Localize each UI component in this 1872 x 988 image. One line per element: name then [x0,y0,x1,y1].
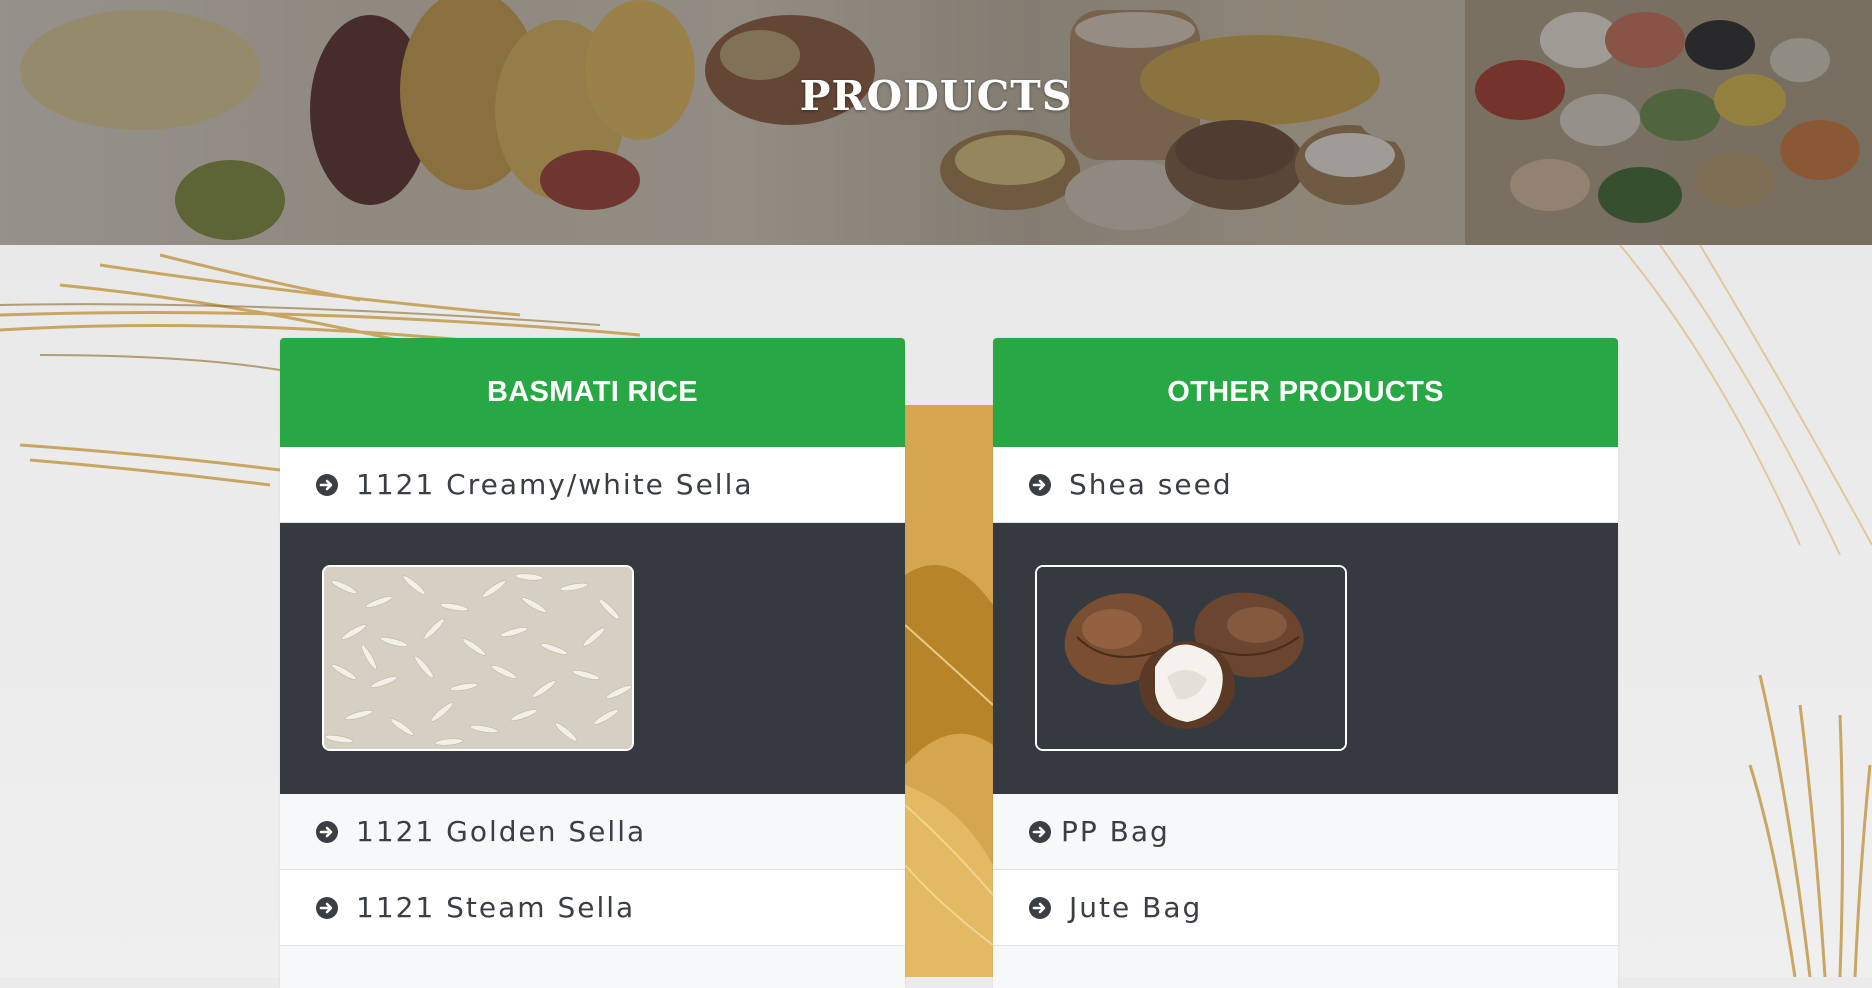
product-item[interactable]: 1121 Creamy/white Sella [280,447,905,523]
product-item-label: 1121 Creamy/white Sella [356,468,754,501]
arrow-circle-right-icon [1029,896,1051,919]
arrow-circle-right-icon [316,896,338,919]
product-image-panel [993,523,1618,794]
arrow-circle-right-icon [1029,473,1051,496]
product-item-label: Jute Bag [1069,891,1203,924]
product-item-label: PP Bag [1061,815,1170,848]
basmati-rice-card: BASMATI RICE 1121 Creamy/white Sella 112… [280,338,905,988]
product-item-partial[interactable] [280,946,905,988]
product-item[interactable]: Jute Bag [993,870,1618,946]
product-item[interactable]: 1121 Golden Sella [280,794,905,870]
page-banner: PRODUCTS [0,0,1872,245]
product-item-label: 1121 Golden Sella [356,815,647,848]
card-header: BASMATI RICE [280,338,905,447]
other-products-card: OTHER PRODUCTS Shea seed PP Bag Jute Bag [993,338,1618,988]
product-image-panel [280,523,905,794]
product-item[interactable]: Shea seed [993,447,1618,523]
card-header: OTHER PRODUCTS [993,338,1618,447]
basmati-rice-image [322,565,634,751]
page-title: PRODUCTS [799,72,1073,120]
arrow-circle-right-icon [316,473,338,496]
product-item-label: Shea seed [1069,468,1233,501]
arrow-circle-right-icon [316,820,338,843]
arrow-circle-right-icon [1029,820,1051,843]
product-item[interactable]: PP Bag [993,794,1618,870]
product-item-partial[interactable] [993,946,1618,988]
product-item-label: 1121 Steam Sella [356,891,636,924]
shea-seed-image [1035,565,1347,751]
product-item[interactable]: 1121 Steam Sella [280,870,905,946]
